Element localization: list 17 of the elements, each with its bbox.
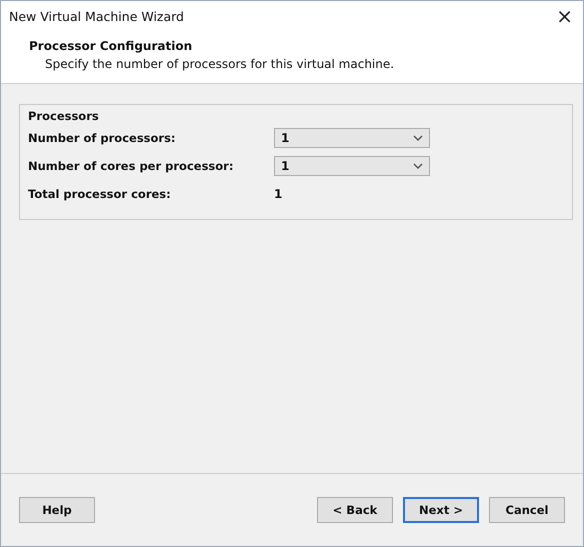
field-label: Number of cores per processor: (28, 159, 234, 173)
page-subtitle: Specify the number of processors for this virtual machine. (45, 57, 396, 71)
chevron-icon (413, 135, 423, 141)
chevron-icon (413, 163, 423, 169)
window-title: New Virtual Machine Wizard (9, 8, 184, 24)
page-title: Processor Configuration (29, 39, 194, 53)
wizard-button[interactable]: Next > (403, 497, 479, 523)
dropdown[interactable]: 1 (274, 128, 430, 148)
dropdown[interactable]: 1 (274, 156, 430, 176)
field-label: Number of processors: (28, 131, 177, 145)
wizard-button[interactable]: Cancel (489, 497, 565, 523)
field-label: Total processor cores: (28, 187, 172, 201)
wizard-button[interactable]: < Back (317, 497, 393, 523)
wizard-button[interactable]: Help (19, 497, 95, 523)
close-button[interactable]: × (552, 4, 577, 28)
field-value: 1 (274, 187, 282, 201)
group-title: Processors (28, 109, 99, 123)
